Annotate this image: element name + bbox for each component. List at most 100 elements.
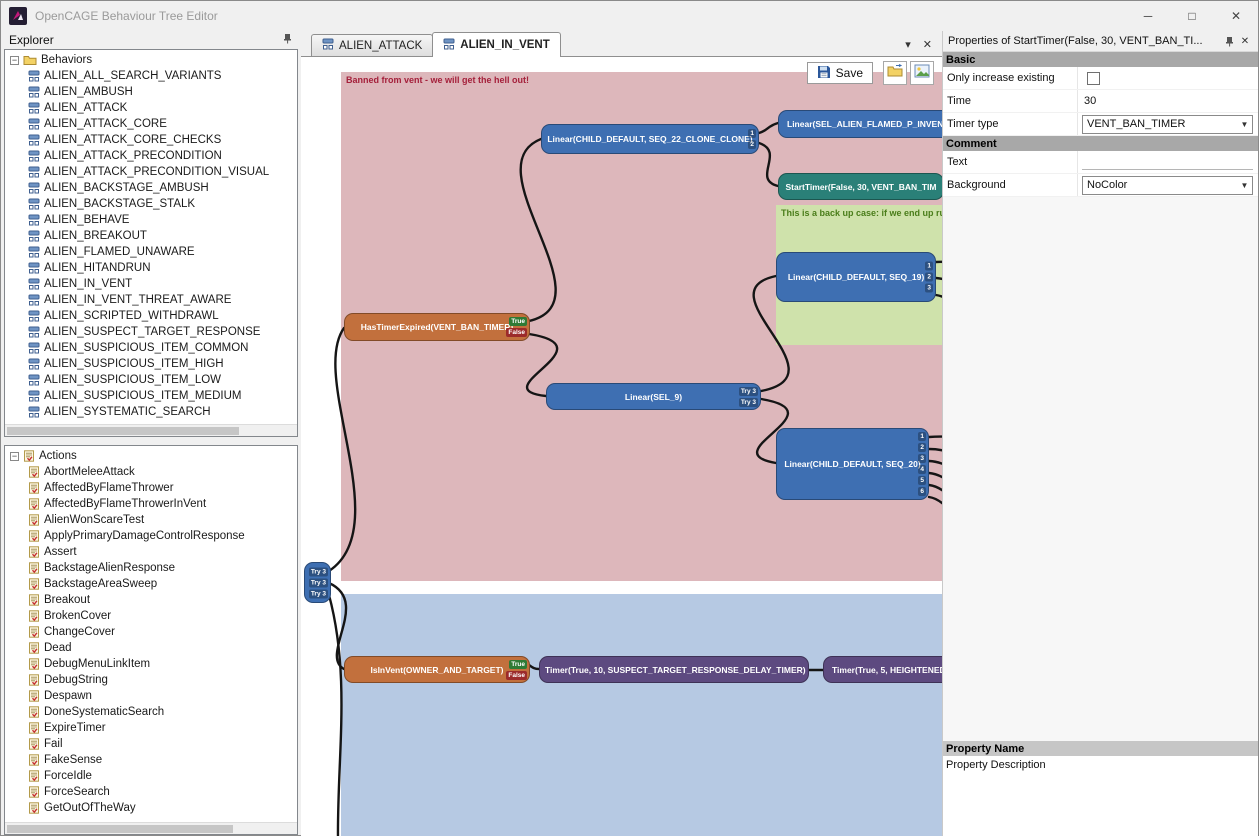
actions-item[interactable]: Assert bbox=[28, 544, 297, 560]
explorer-item[interactable]: ALIEN_ATTACK_PRECONDITION bbox=[28, 148, 297, 164]
tab-list-dropdown-icon[interactable]: ▾ bbox=[905, 38, 911, 51]
node-linear-seq22[interactable]: Linear(CHILD_DEFAULT, SEQ_22_CLONE_CLONE… bbox=[541, 124, 759, 154]
actions-item[interactable]: AffectedByFlameThrowerInVent bbox=[28, 496, 297, 512]
node-port-tag[interactable]: 3 bbox=[918, 454, 926, 463]
node-port-tag[interactable]: 2 bbox=[918, 443, 926, 452]
explorer-hscrollbar[interactable] bbox=[5, 424, 297, 436]
property-checkbox[interactable] bbox=[1087, 72, 1100, 85]
node-port-tag[interactable]: Try 3 bbox=[309, 589, 328, 598]
actions-hscrollbar[interactable] bbox=[5, 822, 297, 834]
explorer-item[interactable]: ALIEN_IN_VENT_THREAT_AWARE bbox=[28, 292, 297, 308]
node-port-tag[interactable]: False bbox=[506, 671, 527, 680]
node-port-tag[interactable]: 1 bbox=[918, 432, 926, 441]
node-port-tag[interactable]: 3 bbox=[925, 284, 933, 293]
node-port-tag[interactable]: Try 3 bbox=[309, 578, 328, 587]
actions-item[interactable]: AffectedByFlameThrower bbox=[28, 480, 297, 496]
actions-item[interactable]: GetOutOfTheWay bbox=[28, 800, 297, 816]
explorer-root[interactable]: −Behaviors bbox=[7, 52, 297, 68]
tab-alien-in-vent[interactable]: ALIEN_IN_VENT bbox=[432, 32, 560, 57]
node-linear-seq19[interactable]: Linear(CHILD_DEFAULT, SEQ_19)123 bbox=[776, 252, 936, 302]
tab-close-icon[interactable]: ✕ bbox=[923, 38, 932, 51]
actions-item[interactable]: Fail bbox=[28, 736, 297, 752]
actions-item[interactable]: Dead bbox=[28, 640, 297, 656]
node-port-tag[interactable]: True bbox=[509, 317, 527, 326]
node-timer-suspect[interactable]: Timer(True, 10, SUSPECT_TARGET_RESPONSE_… bbox=[539, 656, 809, 683]
node-port-tag[interactable]: 4 bbox=[918, 465, 926, 474]
node-isinvent[interactable]: IsInVent(OWNER_AND_TARGET)TrueFalse bbox=[344, 656, 530, 683]
explorer-item[interactable]: ALIEN_ATTACK bbox=[28, 100, 297, 116]
tab-alien-attack[interactable]: ALIEN_ATTACK bbox=[311, 34, 433, 56]
property-dropdown[interactable]: NoColor▼ bbox=[1082, 176, 1253, 195]
property-text-input[interactable]: 30 bbox=[1082, 95, 1253, 107]
actions-item[interactable]: Breakout bbox=[28, 592, 297, 608]
explorer-item[interactable]: ALIEN_ATTACK_CORE bbox=[28, 116, 297, 132]
explorer-item[interactable]: ALIEN_BEHAVE bbox=[28, 212, 297, 228]
pin-icon[interactable] bbox=[282, 33, 293, 47]
explorer-item[interactable]: ALIEN_ALL_SEARCH_VARIANTS bbox=[28, 68, 297, 84]
explorer-item[interactable]: ALIEN_HITANDRUN bbox=[28, 260, 297, 276]
pin-icon[interactable] bbox=[1221, 36, 1237, 47]
behavior-tree-canvas[interactable]: Banned from vent - we will get the hell … bbox=[301, 57, 942, 836]
actions-hscroll-thumb[interactable] bbox=[7, 825, 233, 833]
node-linear-sel9[interactable]: Linear(SEL_9)Try 3Try 3 bbox=[546, 383, 761, 410]
node-root-parallel[interactable]: Try 3 Try 3 Try 3 bbox=[304, 562, 331, 603]
property-dropdown[interactable]: VENT_BAN_TIMER▼ bbox=[1082, 115, 1253, 134]
node-port-tag[interactable]: Try 3 bbox=[309, 567, 328, 576]
node-port-tag[interactable]: True bbox=[509, 660, 527, 669]
explorer-item[interactable]: ALIEN_SUSPICIOUS_ITEM_MEDIUM bbox=[28, 388, 297, 404]
node-port-tag[interactable]: 5 bbox=[918, 476, 926, 485]
node-hastimerexpired[interactable]: HasTimerExpired(VENT_BAN_TIMER)TrueFalse bbox=[344, 313, 530, 341]
explorer-item[interactable]: ALIEN_IN_VENT bbox=[28, 276, 297, 292]
node-port-tag[interactable]: 6 bbox=[918, 487, 926, 496]
explorer-item[interactable]: ALIEN_SUSPICIOUS_ITEM_LOW bbox=[28, 372, 297, 388]
actions-item[interactable]: DebugMenuLinkItem bbox=[28, 656, 297, 672]
actions-item[interactable]: ForceIdle bbox=[28, 768, 297, 784]
actions-item[interactable]: FakeSense bbox=[28, 752, 297, 768]
node-port-tag[interactable]: Try 3 bbox=[739, 398, 758, 407]
node-port-tag[interactable]: Try 3 bbox=[739, 387, 758, 396]
explorer-item[interactable]: ALIEN_SUSPICIOUS_ITEM_COMMON bbox=[28, 340, 297, 356]
minimize-button[interactable]: ─ bbox=[1126, 1, 1170, 31]
node-linear-sel-alien-flamed[interactable]: Linear(SEL_ALIEN_FLAMED_P_INVENT_C_L bbox=[778, 110, 942, 138]
explorer-item[interactable]: ALIEN_SYSTEMATIC_SEARCH bbox=[28, 404, 297, 420]
explorer-item[interactable]: ALIEN_BREAKOUT bbox=[28, 228, 297, 244]
actions-item[interactable]: ChangeCover bbox=[28, 624, 297, 640]
explorer-item[interactable]: ALIEN_AMBUSH bbox=[28, 84, 297, 100]
actions-item[interactable]: AlienWonScareTest bbox=[28, 512, 297, 528]
actions-item[interactable]: BrokenCover bbox=[28, 608, 297, 624]
actions-item[interactable]: ForceSearch bbox=[28, 784, 297, 800]
explorer-item[interactable]: ALIEN_SCRIPTED_WITHDRAWL bbox=[28, 308, 297, 324]
actions-item[interactable]: BackstageAlienResponse bbox=[28, 560, 297, 576]
actions-item[interactable]: ApplyPrimaryDamageControlResponse bbox=[28, 528, 297, 544]
actions-item[interactable]: Despawn bbox=[28, 688, 297, 704]
node-port-tag[interactable]: 2 bbox=[925, 273, 933, 282]
explorer-item[interactable]: ALIEN_SUSPICIOUS_ITEM_HIGH bbox=[28, 356, 297, 372]
collapse-icon[interactable]: − bbox=[10, 56, 19, 65]
close-button[interactable]: ✕ bbox=[1214, 1, 1258, 31]
node-port-tag[interactable]: 1 bbox=[748, 129, 756, 138]
property-text-input[interactable] bbox=[1082, 155, 1253, 170]
actions-item[interactable]: AbortMeleeAttack bbox=[28, 464, 297, 480]
save-button[interactable]: Save bbox=[807, 62, 873, 84]
maximize-button[interactable]: □ bbox=[1170, 1, 1214, 31]
actions-item[interactable]: ExpireTimer bbox=[28, 720, 297, 736]
node-port-tag[interactable]: 1 bbox=[925, 262, 933, 271]
collapse-icon[interactable]: − bbox=[10, 452, 19, 461]
explorer-item[interactable]: ALIEN_ATTACK_PRECONDITION_VISUAL bbox=[28, 164, 297, 180]
explorer-hscroll-thumb[interactable] bbox=[7, 427, 239, 435]
node-linear-seq20[interactable]: Linear(CHILD_DEFAULT, SEQ_20)123456 bbox=[776, 428, 929, 500]
node-port-tag[interactable]: False bbox=[506, 328, 527, 337]
explorer-item[interactable]: ALIEN_BACKSTAGE_AMBUSH bbox=[28, 180, 297, 196]
explorer-item[interactable]: ALIEN_ATTACK_CORE_CHECKS bbox=[28, 132, 297, 148]
node-port-tag[interactable]: 2 bbox=[748, 140, 756, 149]
open-folder-button[interactable] bbox=[883, 61, 907, 85]
close-panel-icon[interactable]: ✕ bbox=[1237, 36, 1253, 47]
explorer-item[interactable]: ALIEN_SUSPECT_TARGET_RESPONSE bbox=[28, 324, 297, 340]
actions-root[interactable]: −Actions bbox=[7, 448, 297, 464]
actions-item[interactable]: DoneSystematicSearch bbox=[28, 704, 297, 720]
node-timer-heightened[interactable]: Timer(True, 5, HEIGHTENED_S bbox=[823, 656, 942, 683]
explorer-item[interactable]: ALIEN_FLAMED_UNAWARE bbox=[28, 244, 297, 260]
actions-item[interactable]: DebugString bbox=[28, 672, 297, 688]
node-starttimer[interactable]: StartTimer(False, 30, VENT_BAN_TIM bbox=[778, 173, 942, 200]
actions-item[interactable]: BackstageAreaSweep bbox=[28, 576, 297, 592]
